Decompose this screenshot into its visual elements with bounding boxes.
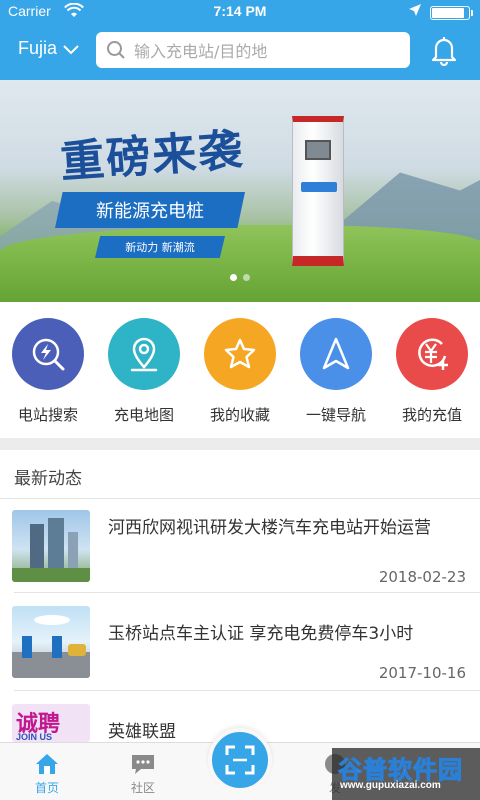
- watermark: 谷普软件园 www.gupuxiazai.com: [332, 748, 480, 800]
- news-item[interactable]: 河西欣网视讯研发大楼汽车充电站开始运营 2018-02-23: [0, 500, 480, 593]
- lightning-search-icon: [12, 318, 84, 390]
- banner-tagline: 新动力 新潮流: [95, 236, 225, 258]
- search-input[interactable]: 输入充电站/目的地: [96, 32, 410, 68]
- quick-actions: 电站搜索 充电地图 我的收藏 一键导航 我的充值: [0, 302, 480, 438]
- search-icon: [107, 41, 125, 59]
- status-bar: Carrier 7:14 PM: [0, 0, 480, 24]
- action-navigation[interactable]: 一键导航: [291, 318, 381, 425]
- action-recharge[interactable]: 我的充值: [387, 318, 477, 425]
- map-pin-icon: [108, 318, 180, 390]
- banner-ribbon: 新能源充电桩: [55, 192, 245, 228]
- watermark-url: www.gupuxiazai.com: [340, 780, 441, 791]
- action-station-search[interactable]: 电站搜索: [3, 318, 93, 425]
- section-divider: [0, 438, 480, 450]
- navigation-arrow-icon: [300, 318, 372, 390]
- bell-icon[interactable]: [428, 34, 460, 67]
- promo-banner[interactable]: 重磅来袭 新能源充电桩 新动力 新潮流: [0, 80, 480, 302]
- chat-bubble-icon: [108, 749, 178, 779]
- news-title: 河西欣网视讯研发大楼汽车充电站开始运营: [108, 518, 431, 538]
- news-date: 2017-10-16: [378, 664, 466, 682]
- scan-button[interactable]: [208, 728, 272, 792]
- tab-home[interactable]: 首页: [12, 749, 82, 796]
- app-header: Carrier 7:14 PM Fujia 输入充电站/目的地: [0, 0, 480, 80]
- yen-coin-icon: [396, 318, 468, 390]
- banner-headline: 重磅来袭: [58, 124, 246, 189]
- battery-icon: [430, 6, 473, 20]
- search-placeholder: 输入充电站/目的地: [134, 42, 268, 61]
- charging-pile-logo: [301, 182, 337, 192]
- tab-label: 社区: [130, 781, 155, 795]
- news-thumbnail: [12, 510, 90, 582]
- banner-pagination: [0, 274, 480, 281]
- news-item[interactable]: 玉桥站点车主认证 享充电免费停车3小时 2017-10-16: [0, 594, 480, 691]
- star-icon: [204, 318, 276, 390]
- chevron-down-icon: [63, 44, 79, 54]
- action-label: 一键导航: [305, 406, 366, 424]
- thumbnail-subtext: JOIN US: [16, 732, 53, 742]
- divider: [14, 690, 480, 691]
- tab-label: 首页: [34, 781, 59, 795]
- location-arrow-icon: [408, 3, 422, 21]
- news-thumbnail: [12, 606, 90, 678]
- news-title: 英雄联盟: [108, 722, 176, 742]
- action-label: 我的充值: [401, 406, 462, 424]
- divider: [14, 592, 480, 593]
- action-label: 充电地图: [113, 406, 174, 424]
- charging-pile-image: [292, 116, 344, 266]
- city-selector[interactable]: Fujia: [18, 38, 79, 59]
- news-heading: 最新动态: [14, 469, 82, 489]
- charging-pile-screen: [305, 140, 331, 160]
- banner-field: [0, 225, 480, 302]
- scan-icon: [225, 745, 255, 775]
- action-charging-map[interactable]: 充电地图: [99, 318, 189, 425]
- news-thumbnail: 诚聘 JOIN US: [12, 704, 90, 742]
- action-favorites[interactable]: 我的收藏: [195, 318, 285, 425]
- news-title: 玉桥站点车主认证 享充电免费停车3小时: [108, 624, 414, 644]
- pagination-dot[interactable]: [230, 274, 237, 281]
- news-date: 2018-02-23: [378, 568, 466, 586]
- city-label: Fujia: [18, 38, 58, 58]
- action-label: 我的收藏: [209, 406, 270, 424]
- home-icon: [12, 749, 82, 779]
- tab-community[interactable]: 社区: [108, 749, 178, 796]
- pagination-dot[interactable]: [243, 274, 250, 281]
- action-label: 电站搜索: [17, 406, 78, 424]
- divider: [0, 498, 480, 499]
